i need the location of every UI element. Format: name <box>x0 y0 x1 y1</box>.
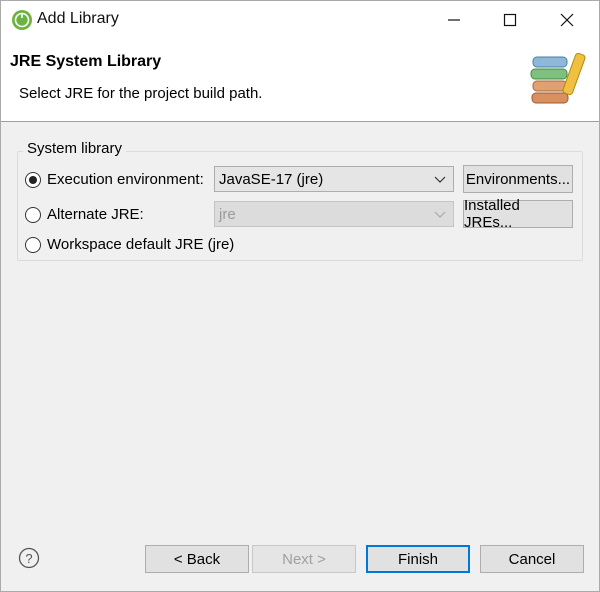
alternate-jre-value: jre <box>219 205 236 223</box>
alternate-jre-select[interactable]: jre <box>214 201 454 227</box>
execution-environment-value: JavaSE-17 (jre) <box>219 170 324 188</box>
radio-checked-icon <box>25 171 41 188</box>
svg-text:?: ? <box>25 551 32 566</box>
window-title: Add Library <box>37 10 119 27</box>
page-title: JRE System Library <box>10 53 162 70</box>
next-button[interactable]: Next > <box>252 545 356 573</box>
back-button[interactable]: < Back <box>145 545 249 573</box>
chevron-down-icon <box>434 211 446 218</box>
finish-button[interactable]: Finish <box>366 545 470 573</box>
execution-environment-select[interactable]: JavaSE-17 (jre) <box>214 166 454 192</box>
installed-jres-button[interactable]: Installed JREs... <box>463 197 573 231</box>
minimize-icon <box>448 19 460 21</box>
workspace-default-jre-radio[interactable]: Workspace default JRE (jre) <box>25 236 234 253</box>
wizard-banner: JRE System Library Select JRE for the pr… <box>1 39 599 122</box>
help-icon[interactable]: ? <box>18 547 40 569</box>
system-library-label: System library <box>23 140 127 157</box>
radio-unchecked-icon <box>25 236 41 253</box>
radio-unchecked-icon <box>25 206 41 223</box>
title-bar: Add Library <box>1 1 599 39</box>
environments-button[interactable]: Environments... <box>463 165 573 193</box>
chevron-down-icon <box>434 176 446 183</box>
minimize-button[interactable] <box>426 1 482 39</box>
library-books-icon <box>530 52 586 104</box>
add-library-dialog: Add Library JRE System Library Select JR… <box>0 0 600 592</box>
alternate-jre-radio[interactable]: Alternate JRE: <box>25 206 144 223</box>
maximize-button[interactable] <box>482 1 538 39</box>
workspace-default-jre-label: Workspace default JRE (jre) <box>47 236 235 253</box>
execution-environment-label: Execution environment: <box>47 171 204 188</box>
close-icon <box>560 13 574 27</box>
close-button[interactable] <box>539 1 595 39</box>
execution-environment-radio[interactable]: Execution environment: <box>25 171 204 188</box>
alternate-jre-label: Alternate JRE: <box>47 206 144 223</box>
cancel-button[interactable]: Cancel <box>480 545 584 573</box>
eclipse-app-icon <box>12 10 32 30</box>
maximize-icon <box>503 13 517 27</box>
page-description: Select JRE for the project build path. <box>19 85 263 102</box>
